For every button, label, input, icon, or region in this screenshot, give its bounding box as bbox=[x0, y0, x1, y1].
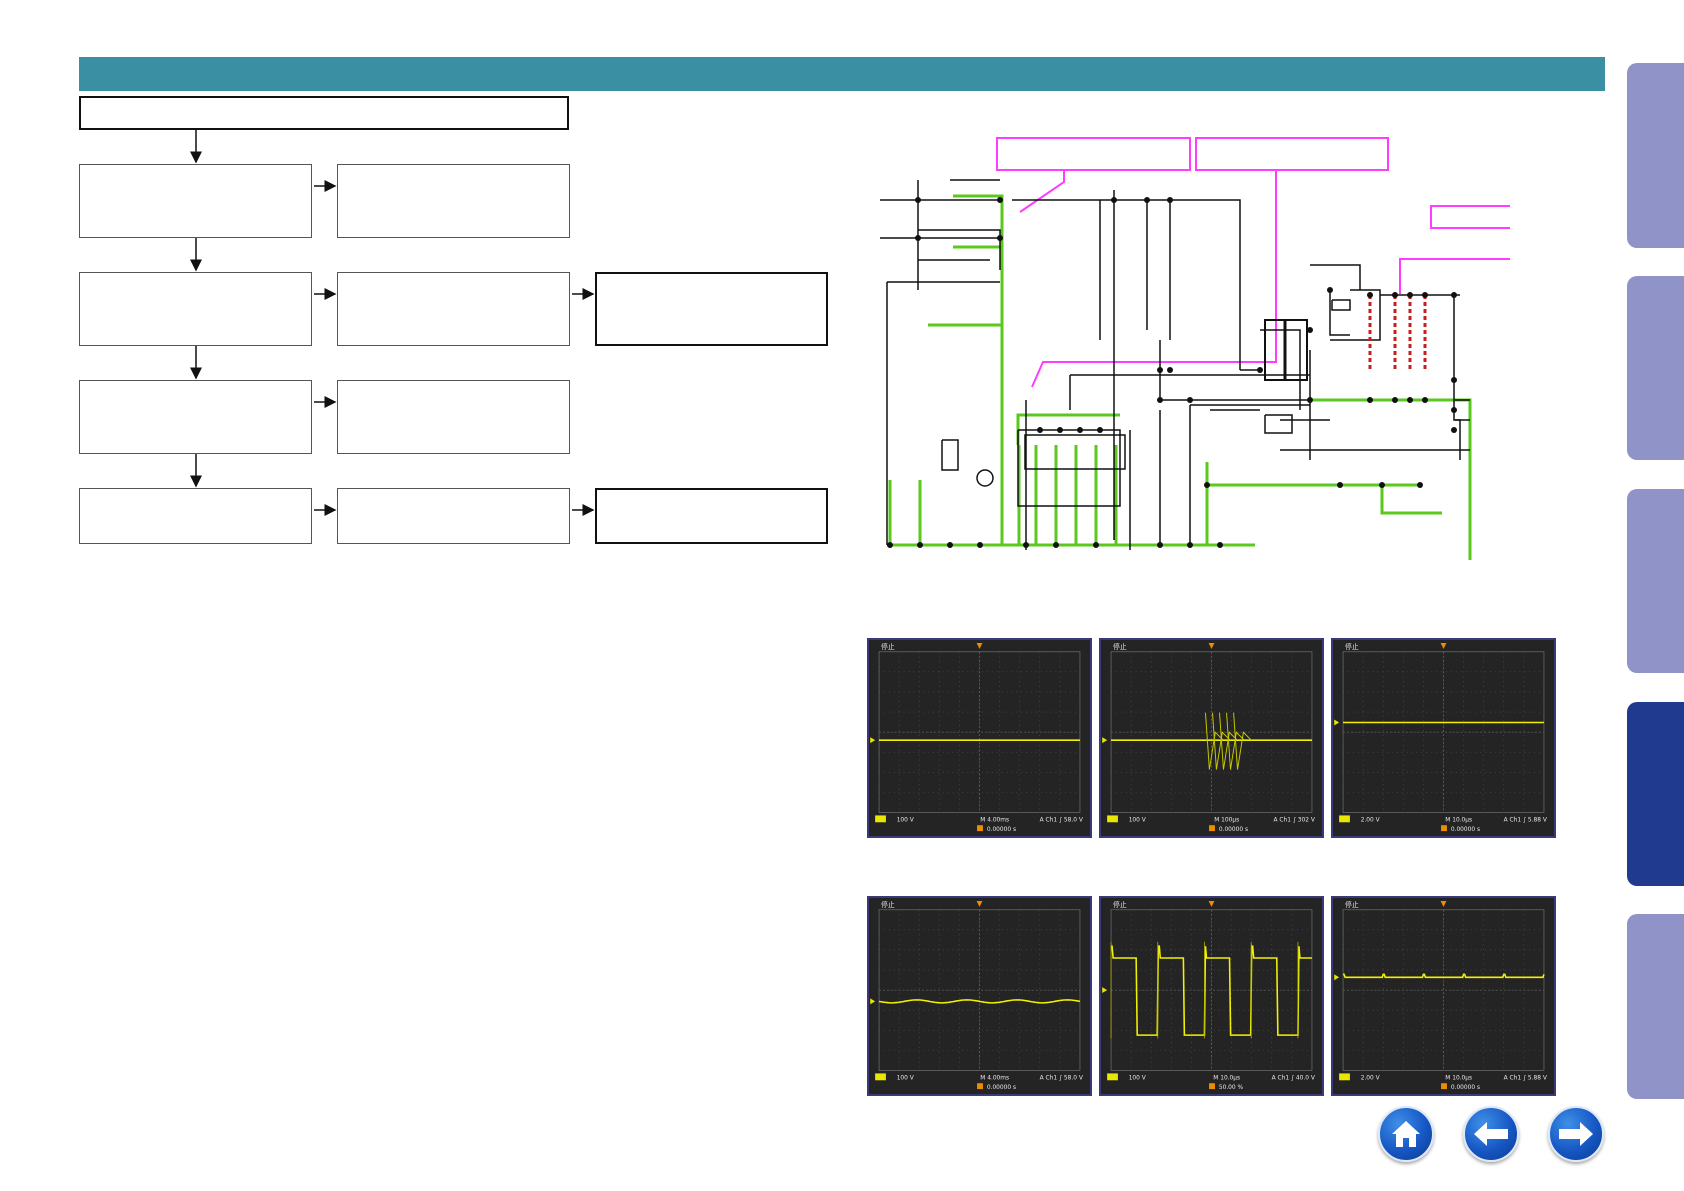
offset-text: 0.00000 s bbox=[1451, 1085, 1480, 1091]
trigger-marker-icon bbox=[1440, 642, 1447, 649]
back-button[interactable] bbox=[1463, 1106, 1519, 1162]
junction-dots bbox=[887, 197, 1457, 548]
channel-scale-text: 100 V bbox=[1129, 817, 1146, 823]
transistor-symbol bbox=[976, 469, 994, 487]
channel-marker-icon bbox=[1102, 987, 1108, 994]
channel-badge bbox=[1339, 815, 1350, 823]
offset-text: 50.00 % bbox=[1219, 1085, 1244, 1091]
scope-grid bbox=[878, 651, 1081, 813]
waveform-screen-4: 停止 100 V M 4.00ms A Ch1 ∫ 58.0 V 0.00000 s bbox=[867, 896, 1092, 1096]
home-icon bbox=[1392, 1121, 1420, 1147]
offset-marker-icon bbox=[977, 1083, 983, 1090]
callout-leader-3 bbox=[1399, 258, 1510, 294]
waveform-screen-2: 停止 100 V M 100μs A Ch1 ∫ 302 V 0.00000 s bbox=[1099, 638, 1324, 838]
channel-badge bbox=[875, 1073, 886, 1081]
channel-scale-text: 2.00 V bbox=[1361, 817, 1380, 823]
output-components bbox=[1368, 295, 1427, 370]
scope-grid bbox=[1342, 909, 1545, 1071]
scope-grid bbox=[878, 909, 1081, 1071]
offset-text: 0.00000 s bbox=[1219, 827, 1248, 833]
callout-box-2 bbox=[1195, 137, 1389, 171]
offset-marker-icon bbox=[1441, 825, 1447, 832]
trigger-level-text: A Ch1 ∫ 5.88 V bbox=[1504, 1074, 1547, 1081]
scope-status-text: 停止 bbox=[881, 900, 895, 909]
channel-badge bbox=[1339, 1073, 1350, 1081]
timebase-text: M 10.0μs bbox=[1445, 1075, 1472, 1081]
offset-text: 0.00000 s bbox=[987, 1085, 1016, 1091]
timebase-text: M 10.0μs bbox=[1213, 1075, 1240, 1081]
scope-status-text: 停止 bbox=[1345, 900, 1359, 909]
trigger-level-text: A Ch1 ∫ 58.0 V bbox=[1040, 816, 1083, 823]
waveform-trace bbox=[1343, 973, 1545, 979]
timebase-text: M 10.0μs bbox=[1445, 817, 1472, 823]
scope-status-text: 停止 bbox=[1113, 900, 1127, 909]
trigger-marker-icon bbox=[1440, 900, 1447, 907]
circuit-schematic bbox=[880, 137, 1510, 560]
offset-marker-icon bbox=[1209, 1083, 1215, 1090]
timebase-text: M 4.00ms bbox=[980, 1075, 1009, 1081]
side-tab-4[interactable] bbox=[1627, 702, 1684, 886]
channel-marker-icon bbox=[1334, 974, 1340, 981]
channel-badge bbox=[1107, 1073, 1118, 1081]
offset-marker-icon bbox=[1441, 1083, 1447, 1090]
channel-marker-icon bbox=[870, 998, 876, 1005]
scope-grid bbox=[1342, 651, 1545, 813]
offset-marker-icon bbox=[977, 825, 983, 832]
callout-leader-1 bbox=[1019, 170, 1065, 213]
channel-scale-text: 100 V bbox=[1129, 1075, 1146, 1081]
side-tab-5[interactable] bbox=[1627, 914, 1684, 1099]
channel-marker-icon bbox=[870, 737, 876, 744]
offset-marker-icon bbox=[1209, 825, 1215, 832]
callout-box-3 bbox=[1430, 205, 1510, 229]
trigger-marker-icon bbox=[1208, 642, 1215, 649]
trigger-marker-icon bbox=[1208, 900, 1215, 907]
channel-badge bbox=[1107, 815, 1118, 823]
offset-text: 0.00000 s bbox=[987, 827, 1016, 833]
burst-ringing bbox=[1233, 712, 1252, 770]
timebase-text: M 100μs bbox=[1214, 817, 1239, 823]
trigger-level-text: A Ch1 ∫ 5.88 V bbox=[1504, 816, 1547, 823]
scope-status-text: 停止 bbox=[881, 642, 895, 651]
trigger-level-text: A Ch1 ∫ 302 V bbox=[1274, 816, 1315, 823]
waveform-screen-5: 停止 100 V M 10.0μs A Ch1 ∫ 40.0 V 50.00 % bbox=[1099, 896, 1324, 1096]
waveform-screen-3: 停止 2.00 V M 10.0μs A Ch1 ∫ 5.88 V 0.00000 s bbox=[1331, 638, 1556, 838]
home-button[interactable] bbox=[1378, 1106, 1434, 1162]
trigger-level-text: A Ch1 ∫ 40.0 V bbox=[1272, 1074, 1315, 1081]
flowchart-arrows bbox=[190, 130, 595, 516]
scope-grid bbox=[1110, 909, 1313, 1071]
highlighted-nets bbox=[887, 194, 1472, 560]
arrow-right-icon bbox=[1559, 1122, 1593, 1146]
trigger-marker-icon bbox=[976, 900, 983, 907]
scope-status-text: 停止 bbox=[1113, 642, 1127, 651]
side-tab-3[interactable] bbox=[1627, 489, 1684, 673]
trigger-level-text: A Ch1 ∫ 58.0 V bbox=[1040, 1074, 1083, 1081]
callout-box-1 bbox=[996, 137, 1191, 171]
side-tab-2[interactable] bbox=[1627, 276, 1684, 460]
channel-marker-icon bbox=[1102, 737, 1108, 744]
timebase-text: M 4.00ms bbox=[980, 817, 1009, 823]
channel-scale-text: 100 V bbox=[897, 1075, 914, 1081]
channel-scale-text: 100 V bbox=[897, 817, 914, 823]
arrow-left-icon bbox=[1474, 1122, 1508, 1146]
channel-scale-text: 2.00 V bbox=[1361, 1075, 1380, 1081]
offset-text: 0.00000 s bbox=[1451, 827, 1480, 833]
scope-status-text: 停止 bbox=[1345, 642, 1359, 651]
waveform-screen-1: 停止 100 V M 4.00ms A Ch1 ∫ 58.0 V 0.00000 s bbox=[867, 638, 1092, 838]
trigger-marker-icon bbox=[976, 642, 983, 649]
channel-marker-icon bbox=[1334, 719, 1340, 726]
next-button[interactable] bbox=[1548, 1106, 1604, 1162]
scope-grid bbox=[1110, 651, 1313, 813]
waveform-screen-6: 停止 2.00 V M 10.0μs A Ch1 ∫ 5.88 V 0.00000 s bbox=[1331, 896, 1556, 1096]
side-tab-1[interactable] bbox=[1627, 63, 1684, 248]
channel-badge bbox=[875, 815, 886, 823]
